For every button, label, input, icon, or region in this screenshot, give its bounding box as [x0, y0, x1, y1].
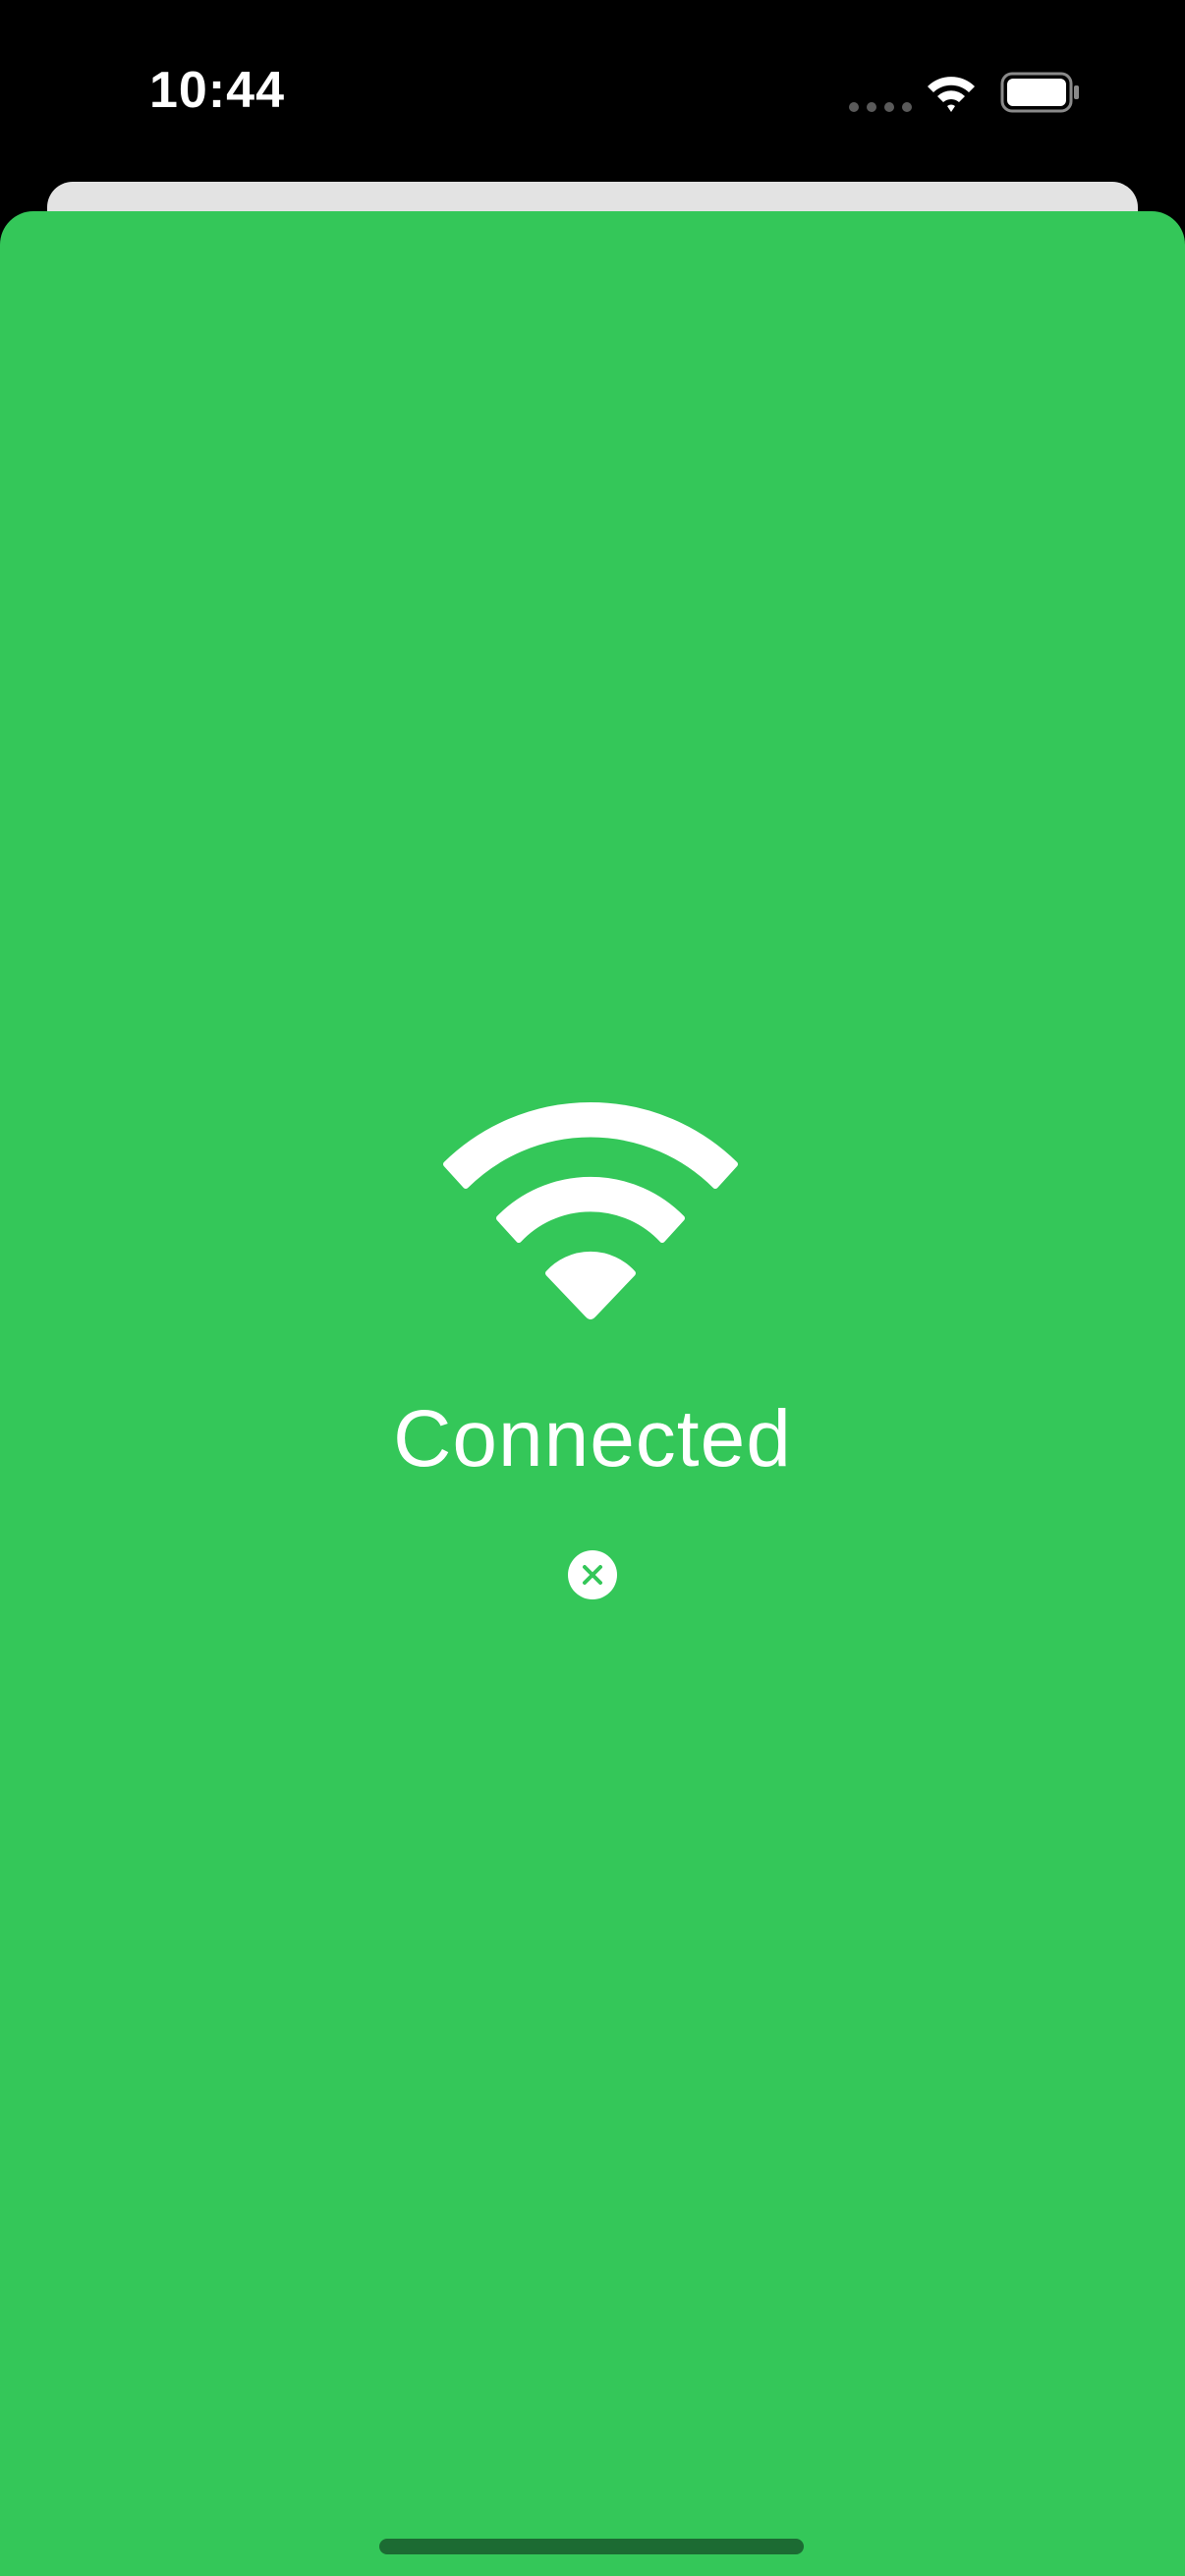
status-time: 10:44 — [149, 62, 285, 119]
close-circle-icon — [583, 1565, 602, 1585]
connection-status-label: Connected — [393, 1394, 792, 1484]
home-indicator[interactable] — [379, 2539, 804, 2554]
wifi-status-icon — [928, 77, 975, 112]
cellular-signal-icon — [849, 102, 912, 112]
battery-icon — [1000, 72, 1079, 113]
status-bar: 10:44 — [0, 0, 1185, 182]
disconnect-button[interactable] — [568, 1550, 617, 1599]
wifi-icon — [443, 1102, 738, 1319]
